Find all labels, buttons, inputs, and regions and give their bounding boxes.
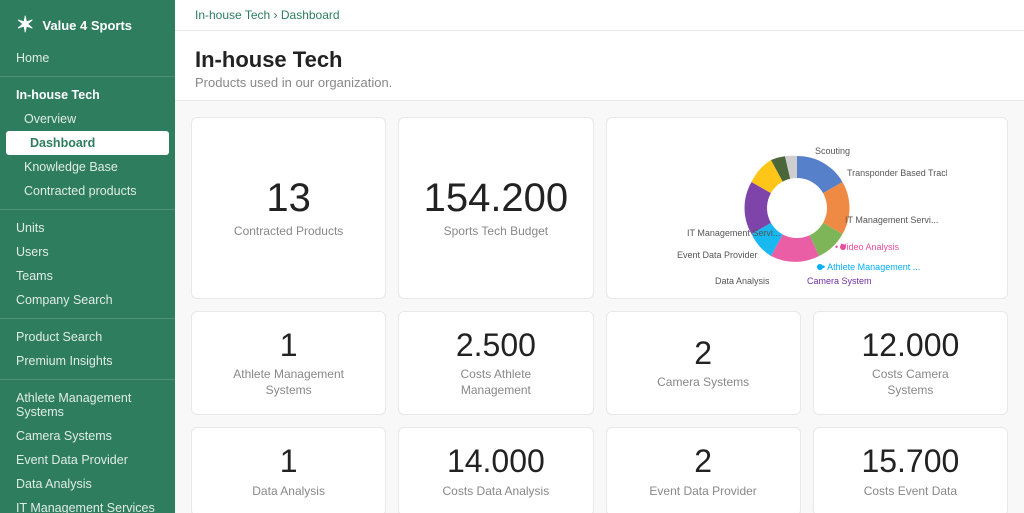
breadcrumb-separator: › bbox=[274, 8, 281, 22]
svg-text:Event Data Provider: Event Data Provider bbox=[677, 250, 758, 260]
stat-value-costs-da: 14.000 bbox=[447, 444, 545, 479]
sidebar-item-home[interactable]: Home bbox=[0, 46, 175, 70]
sidebar-logo: ✶ Value 4 Sports bbox=[0, 0, 175, 46]
stat-label-edp: Event Data Provider bbox=[649, 484, 756, 500]
stat-label-camera: Camera Systems bbox=[657, 375, 749, 391]
stat-label-costs-camera: Costs CameraSystems bbox=[872, 367, 949, 398]
sidebar-item-event-data[interactable]: Event Data Provider bbox=[0, 448, 175, 472]
stat-label-contracted: Contracted Products bbox=[234, 224, 343, 240]
stat-value-ams: 1 bbox=[280, 328, 298, 363]
svg-text:Transponder Based Trackin...: Transponder Based Trackin... bbox=[847, 168, 947, 178]
stat-costs-ams: 2.500 Costs AthleteManagement bbox=[398, 311, 593, 415]
sidebar-item-company-search[interactable]: Company Search bbox=[0, 288, 175, 312]
donut-svg: Scouting Transponder Based Trackin... IT… bbox=[667, 128, 947, 288]
sidebar-item-users[interactable]: Users bbox=[0, 240, 175, 264]
main-content: In-house Tech › Dashboard In-house Tech … bbox=[175, 0, 1024, 513]
donut-container: Scouting Transponder Based Trackin... IT… bbox=[667, 128, 947, 288]
svg-text:IT Management Servi...: IT Management Servi... bbox=[845, 215, 938, 225]
svg-text:IT Management Servi...: IT Management Servi... bbox=[687, 228, 780, 238]
sidebar-item-units[interactable]: Units bbox=[0, 216, 175, 240]
page-header: In-house Tech Products used in our organ… bbox=[175, 31, 1024, 101]
stat-value-costs-ams: 2.500 bbox=[456, 328, 536, 363]
sidebar-item-knowledge-base[interactable]: Knowledge Base bbox=[0, 155, 175, 179]
sidebar-nav: Home In-house Tech Overview Dashboard Kn… bbox=[0, 46, 175, 513]
stat-value-contracted: 13 bbox=[266, 176, 311, 220]
stat-label-costs-edp: Costs Event Data bbox=[864, 484, 957, 500]
sidebar-item-product-search[interactable]: Product Search bbox=[0, 325, 175, 349]
stat-value-costs-edp: 15.700 bbox=[861, 444, 959, 479]
app-title: Value 4 Sports bbox=[42, 18, 132, 33]
stat-costs-da: 14.000 Costs Data Analysis bbox=[398, 427, 593, 513]
sidebar-item-contracted[interactable]: Contracted products bbox=[0, 179, 175, 203]
sidebar-item-premium-insights[interactable]: Premium Insights bbox=[0, 349, 175, 373]
stat-value-edp: 2 bbox=[694, 444, 712, 479]
svg-text:• Athlete Management ...: • Athlete Management ... bbox=[822, 262, 920, 272]
breadcrumb-current: Dashboard bbox=[281, 8, 340, 22]
sidebar-item-overview[interactable]: Overview bbox=[0, 107, 175, 131]
sidebar-item-it-mgmt[interactable]: IT Management Services bbox=[0, 496, 175, 513]
stat-edp-count: 2 Event Data Provider bbox=[606, 427, 801, 513]
sidebar-item-camera[interactable]: Camera Systems bbox=[0, 424, 175, 448]
budget-chart: Scouting Transponder Based Trackin... IT… bbox=[606, 117, 1009, 299]
sidebar-item-teams[interactable]: Teams bbox=[0, 264, 175, 288]
sidebar-item-data-analysis[interactable]: Data Analysis bbox=[0, 472, 175, 496]
sidebar-item-dashboard[interactable]: Dashboard bbox=[6, 131, 169, 155]
stat-ams-count: 1 Athlete ManagementSystems bbox=[191, 311, 386, 415]
stat-da-count: 1 Data Analysis bbox=[191, 427, 386, 513]
stat-contracted-products: 13 Contracted Products bbox=[191, 117, 386, 299]
page-title: In-house Tech bbox=[195, 47, 1004, 73]
breadcrumb: In-house Tech › Dashboard bbox=[175, 0, 1024, 31]
stat-camera-count: 2 Camera Systems bbox=[606, 311, 801, 415]
stat-value-budget: 154.200 bbox=[424, 176, 569, 220]
sidebar-item-inhouse-tech[interactable]: In-house Tech bbox=[0, 83, 175, 107]
stat-costs-camera: 12.000 Costs CameraSystems bbox=[813, 311, 1008, 415]
stat-label-da: Data Analysis bbox=[252, 484, 325, 500]
stat-value-camera: 2 bbox=[694, 336, 712, 371]
dashboard-grid: 13 Contracted Products 154.200 Sports Te… bbox=[175, 101, 1024, 513]
stat-label-ams: Athlete ManagementSystems bbox=[233, 367, 344, 398]
divider bbox=[0, 76, 175, 77]
sidebar: ✶ Value 4 Sports Home In-house Tech Over… bbox=[0, 0, 175, 513]
svg-text:Scouting: Scouting bbox=[815, 146, 850, 156]
logo-icon: ✶ bbox=[16, 12, 34, 38]
breadcrumb-parent[interactable]: In-house Tech bbox=[195, 8, 270, 22]
divider bbox=[0, 318, 175, 319]
stat-label-costs-ams: Costs AthleteManagement bbox=[461, 367, 532, 398]
divider bbox=[0, 209, 175, 210]
stat-label-costs-da: Costs Data Analysis bbox=[443, 484, 550, 500]
stat-sports-tech-budget: 154.200 Sports Tech Budget bbox=[398, 117, 593, 299]
stat-costs-edp: 15.700 Costs Event Data bbox=[813, 427, 1008, 513]
svg-text:Data Analysis: Data Analysis bbox=[715, 276, 770, 286]
stat-value-da: 1 bbox=[280, 444, 298, 479]
page-subtitle: Products used in our organization. bbox=[195, 75, 1004, 90]
stat-value-costs-camera: 12.000 bbox=[861, 328, 959, 363]
divider bbox=[0, 379, 175, 380]
svg-text:Camera System: Camera System bbox=[807, 276, 872, 286]
sidebar-item-ams[interactable]: Athlete Management Systems bbox=[0, 386, 175, 424]
stat-label-budget: Sports Tech Budget bbox=[444, 224, 549, 240]
